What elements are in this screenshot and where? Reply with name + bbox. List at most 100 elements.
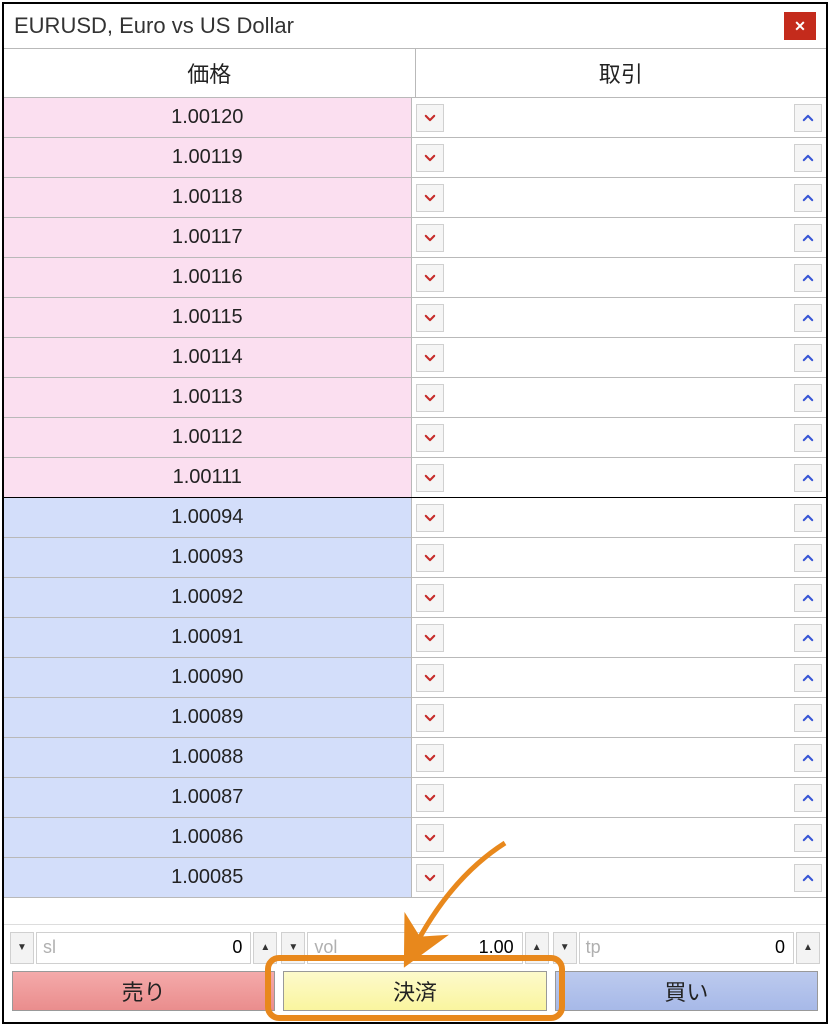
price-row-ask: 1.00114: [4, 338, 826, 378]
price-row-bid: 1.00089: [4, 698, 826, 738]
sell-at-price-button[interactable]: [416, 304, 444, 332]
sl-input[interactable]: sl 0: [36, 932, 251, 964]
buy-at-price-button[interactable]: [794, 744, 822, 772]
buy-at-price-button[interactable]: [794, 384, 822, 412]
buy-at-price-button[interactable]: [794, 624, 822, 652]
buy-at-price-button[interactable]: [794, 224, 822, 252]
tp-up-button[interactable]: ▲: [796, 932, 820, 964]
buy-at-price-button[interactable]: [794, 864, 822, 892]
price-row-bid: 1.00088: [4, 738, 826, 778]
chevron-down-icon: [423, 431, 437, 445]
tp-label: tp: [586, 937, 601, 958]
sell-at-price-button[interactable]: [416, 624, 444, 652]
sell-at-price-button[interactable]: [416, 704, 444, 732]
price-value: 1.00112: [4, 418, 412, 457]
trade-cell: [412, 258, 827, 297]
trade-cell: [412, 218, 827, 257]
tp-input[interactable]: tp 0: [579, 932, 794, 964]
sell-at-price-button[interactable]: [416, 464, 444, 492]
buy-at-price-button[interactable]: [794, 824, 822, 852]
buy-at-price-button[interactable]: [794, 344, 822, 372]
buy-at-price-button[interactable]: [794, 504, 822, 532]
price-value: 1.00111: [4, 458, 412, 497]
sell-at-price-button[interactable]: [416, 864, 444, 892]
price-rows: 1.001201.001191.001181.001171.001161.001…: [4, 98, 826, 924]
close-icon: ✕: [794, 18, 806, 35]
sell-label: 売り: [122, 975, 166, 1007]
price-row-bid: 1.00093: [4, 538, 826, 578]
buy-button[interactable]: 買い: [555, 971, 818, 1011]
chevron-up-icon: [801, 751, 815, 765]
buy-at-price-button[interactable]: [794, 424, 822, 452]
buy-at-price-button[interactable]: [794, 264, 822, 292]
sell-at-price-button[interactable]: [416, 784, 444, 812]
buy-at-price-button[interactable]: [794, 704, 822, 732]
vol-up-button[interactable]: ▲: [525, 932, 549, 964]
tp-down-button[interactable]: ▼: [553, 932, 577, 964]
sl-label: sl: [43, 937, 56, 958]
sell-at-price-button[interactable]: [416, 184, 444, 212]
close-button[interactable]: ✕: [784, 12, 816, 40]
table-header: 価格 取引: [4, 48, 826, 98]
buy-at-price-button[interactable]: [794, 304, 822, 332]
sell-at-price-button[interactable]: [416, 104, 444, 132]
sell-at-price-button[interactable]: [416, 664, 444, 692]
chevron-up-icon: [801, 151, 815, 165]
chevron-down-icon: [423, 831, 437, 845]
price-row-ask: 1.00116: [4, 258, 826, 298]
price-row-bid: 1.00085: [4, 858, 826, 898]
price-header: 価格: [4, 49, 416, 97]
sell-at-price-button[interactable]: [416, 264, 444, 292]
buy-at-price-button[interactable]: [794, 664, 822, 692]
sl-value: 0: [232, 937, 242, 958]
chevron-up-icon: [801, 111, 815, 125]
price-row-ask: 1.00115: [4, 298, 826, 338]
sell-at-price-button[interactable]: [416, 544, 444, 572]
sell-at-price-button[interactable]: [416, 744, 444, 772]
sell-at-price-button[interactable]: [416, 824, 444, 852]
chevron-down-icon: [423, 471, 437, 485]
sl-up-button[interactable]: ▲: [253, 932, 277, 964]
buy-at-price-button[interactable]: [794, 544, 822, 572]
settle-button[interactable]: 決済: [283, 971, 546, 1011]
vol-input[interactable]: vol 1.00: [307, 932, 522, 964]
chevron-up-icon: [801, 711, 815, 725]
chevron-down-icon: [423, 751, 437, 765]
vol-down-button[interactable]: ▼: [281, 932, 305, 964]
sell-at-price-button[interactable]: [416, 584, 444, 612]
sell-at-price-button[interactable]: [416, 344, 444, 372]
trade-cell: [412, 378, 827, 417]
chevron-down-icon: [423, 591, 437, 605]
sell-at-price-button[interactable]: [416, 424, 444, 452]
window-title: EURUSD, Euro vs US Dollar: [14, 13, 294, 39]
chevron-up-icon: [801, 271, 815, 285]
price-row-bid: 1.00092: [4, 578, 826, 618]
tp-group: ▼ tp 0 ▲: [553, 932, 820, 964]
trade-cell: [412, 618, 827, 657]
buy-label: 買い: [664, 975, 708, 1007]
order-window: EURUSD, Euro vs US Dollar ✕ 価格 取引 1.0012…: [2, 2, 828, 1024]
price-row-ask: 1.00113: [4, 378, 826, 418]
buy-at-price-button[interactable]: [794, 184, 822, 212]
price-row-bid: 1.00091: [4, 618, 826, 658]
sl-down-button[interactable]: ▼: [10, 932, 34, 964]
buy-at-price-button[interactable]: [794, 144, 822, 172]
sell-at-price-button[interactable]: [416, 504, 444, 532]
buy-at-price-button[interactable]: [794, 104, 822, 132]
buy-at-price-button[interactable]: [794, 584, 822, 612]
chevron-down-icon: [423, 391, 437, 405]
price-value: 1.00119: [4, 138, 412, 177]
buy-at-price-button[interactable]: [794, 784, 822, 812]
chevron-down-icon: [423, 351, 437, 365]
price-value: 1.00089: [4, 698, 412, 737]
trade-cell: [412, 578, 827, 617]
sell-button[interactable]: 売り: [12, 971, 275, 1011]
sell-at-price-button[interactable]: [416, 144, 444, 172]
buy-at-price-button[interactable]: [794, 464, 822, 492]
trade-cell: [412, 178, 827, 217]
sell-at-price-button[interactable]: [416, 224, 444, 252]
price-value: 1.00114: [4, 338, 412, 377]
price-row-ask: 1.00117: [4, 218, 826, 258]
sell-at-price-button[interactable]: [416, 384, 444, 412]
chevron-down-icon: [423, 111, 437, 125]
